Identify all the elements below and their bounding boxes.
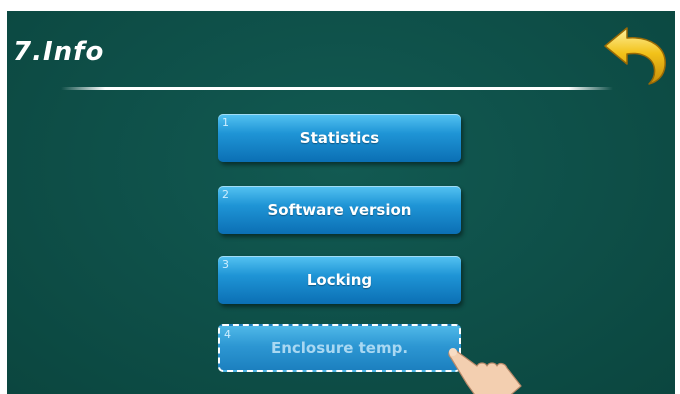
button-number: 3 bbox=[222, 258, 229, 271]
button-number: 1 bbox=[222, 116, 229, 129]
button-label: Enclosure temp. bbox=[270, 339, 409, 357]
statistics-button[interactable]: 1 Statistics bbox=[218, 114, 461, 162]
enclosure-temp-button[interactable]: 4 Enclosure temp. bbox=[218, 324, 461, 372]
button-label: Statistics bbox=[299, 129, 380, 147]
screen: 7.Info 1 Statistics 2 Software version 3… bbox=[7, 11, 675, 394]
title-divider bbox=[61, 87, 613, 90]
back-arrow-icon[interactable] bbox=[601, 24, 673, 86]
page-title: 7.Info bbox=[13, 37, 105, 67]
button-number: 4 bbox=[224, 328, 231, 341]
button-label: Locking bbox=[306, 271, 373, 289]
button-number: 2 bbox=[222, 188, 229, 201]
locking-button[interactable]: 3 Locking bbox=[218, 256, 461, 304]
pointing-hand-icon bbox=[448, 348, 522, 394]
button-label: Software version bbox=[267, 201, 412, 219]
software-version-button[interactable]: 2 Software version bbox=[218, 186, 461, 234]
